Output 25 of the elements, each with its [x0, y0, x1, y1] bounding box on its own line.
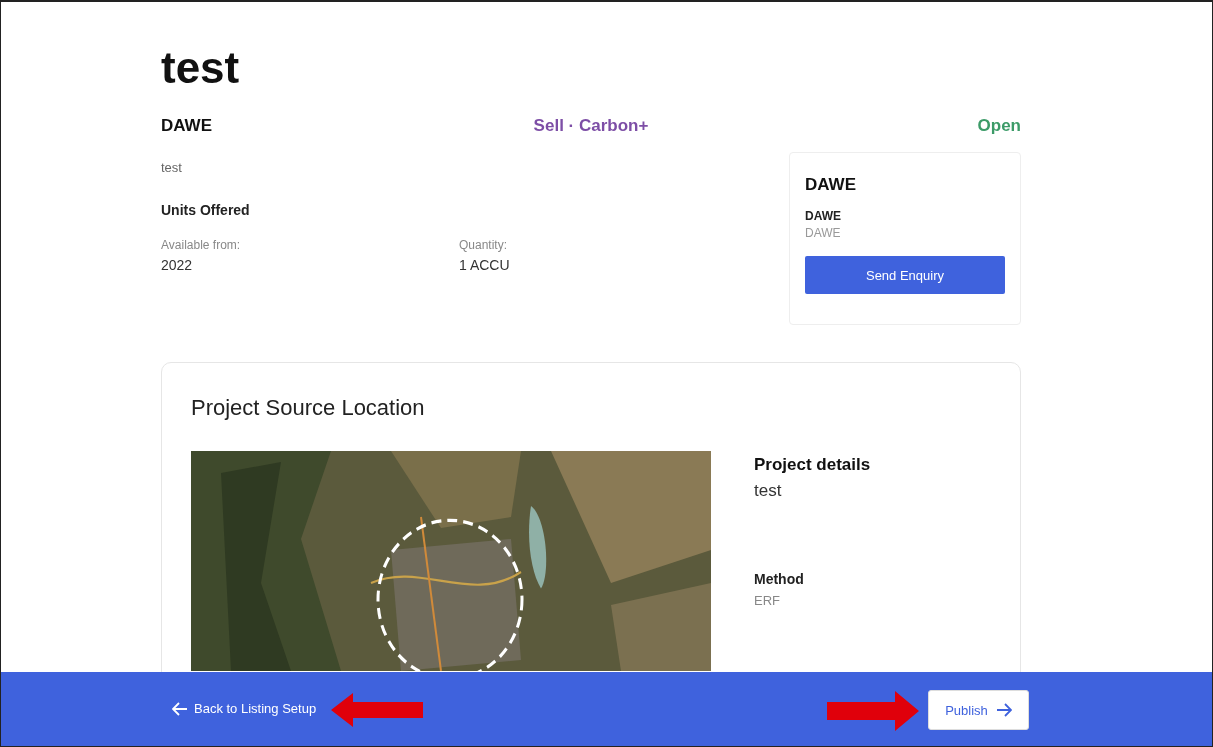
units-heading: Units Offered: [161, 202, 251, 218]
publish-button[interactable]: Publish: [928, 690, 1029, 730]
send-enquiry-button[interactable]: Send Enquiry: [805, 256, 1005, 294]
listing-status: Open: [976, 116, 1021, 136]
page-title: test: [161, 42, 241, 94]
detail-label: Project details: [754, 455, 871, 475]
listing-type: Sell · Carbon+: [533, 116, 649, 136]
organisation-name: DAWE: [161, 116, 213, 136]
listing-description: test: [161, 160, 183, 175]
back-link[interactable]: Back to Listing Setup: [172, 701, 317, 716]
field-value: 2022: [161, 257, 194, 273]
seller-name: DAWE: [805, 209, 842, 223]
field-label: Quantity:: [459, 238, 509, 252]
arrow-left-icon: [172, 701, 188, 716]
annotation-arrow-icon: [331, 693, 423, 727]
annotation-arrow-icon: [827, 691, 919, 731]
arrow-right-icon: [995, 703, 1012, 717]
seller-title: DAWE: [805, 175, 857, 195]
field-value: 1 ACCU: [459, 257, 511, 273]
detail-value: ERF: [754, 593, 781, 608]
detail-value: test: [754, 481, 783, 501]
seller-subtitle: DAWE: [805, 226, 842, 240]
detail-label: Method: [754, 571, 805, 587]
field-label: Available from:: [161, 238, 242, 252]
location-title: Project Source Location: [191, 395, 426, 421]
